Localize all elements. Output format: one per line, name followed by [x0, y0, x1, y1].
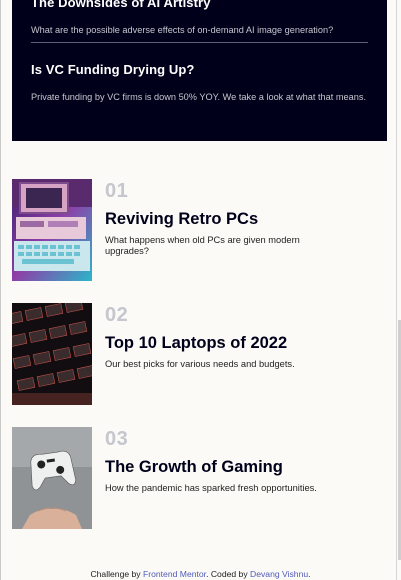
article-number: 01: [105, 180, 129, 202]
gaming-controller-image[interactable]: [12, 427, 92, 529]
author-link[interactable]: Devang Vishnu: [250, 569, 308, 579]
left-border: [0, 0, 1, 580]
new-articles-panel: The Downsides of AI Artistry What are th…: [12, 0, 387, 141]
footer-suffix: .: [308, 569, 311, 579]
article-title[interactable]: Top 10 Laptops of 2022: [105, 333, 345, 353]
article-description: How the pandemic has sparked fresh oppor…: [105, 483, 317, 493]
article-body: 02 Top 10 Laptops of 2022 Our best picks…: [105, 303, 345, 370]
article-card[interactable]: 01 Reviving Retro PCs What happens when …: [12, 179, 387, 281]
article-number: 03: [105, 428, 129, 450]
frontend-mentor-link[interactable]: Frontend Mentor: [143, 569, 206, 579]
footer-middle: . Coded by: [206, 569, 251, 579]
article-title[interactable]: Reviving Retro PCs: [105, 209, 345, 229]
news-item-title[interactable]: Is VC Funding Drying Up?: [31, 62, 368, 77]
right-border: [396, 0, 397, 580]
news-divider: [31, 42, 368, 43]
article-description: Our best picks for various needs and bud…: [105, 359, 295, 369]
article-title[interactable]: The Growth of Gaming: [105, 457, 345, 477]
news-item[interactable]: The Downsides of AI Artistry What are th…: [31, 0, 368, 40]
footer-prefix: Challenge by: [90, 569, 143, 579]
laptop-keyboard-image[interactable]: [12, 303, 92, 405]
news-item-description: What are the possible adverse effects of…: [31, 25, 334, 35]
news-item-description: Private funding by VC firms is down 50% …: [31, 92, 367, 102]
retro-pc-image[interactable]: [12, 179, 92, 281]
article-number: 02: [105, 304, 129, 326]
article-card[interactable]: 02 Top 10 Laptops of 2022 Our best picks…: [12, 303, 387, 405]
news-item[interactable]: Is VC Funding Drying Up? Private funding…: [31, 62, 368, 107]
article-card[interactable]: 03 The Growth of Gaming How the pandemic…: [12, 427, 387, 529]
article-body: 03 The Growth of Gaming How the pandemic…: [105, 427, 345, 494]
news-item-title[interactable]: The Downsides of AI Artistry: [31, 0, 368, 9]
article-description: What happens when old PCs are given mode…: [105, 235, 300, 256]
article-body: 01 Reviving Retro PCs What happens when …: [105, 179, 345, 257]
attribution-footer: Challenge by Frontend Mentor. Coded by D…: [0, 569, 401, 579]
